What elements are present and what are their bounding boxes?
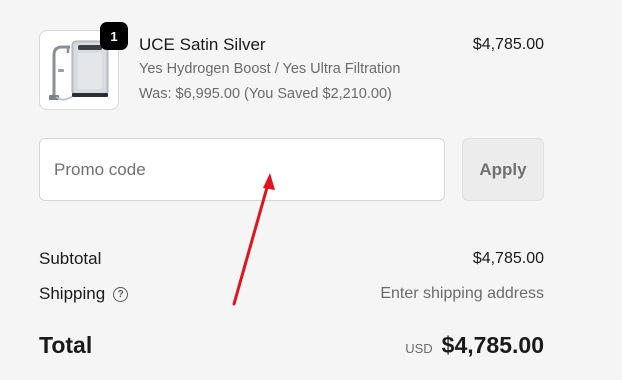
total-value: USD $4,785.00	[405, 332, 544, 359]
product-variant: Yes Hydrogen Boost / Yes Ultra Filtratio…	[139, 61, 401, 77]
help-icon[interactable]: ?	[113, 286, 129, 302]
quantity-badge: 1	[100, 22, 128, 50]
shipping-value: Enter shipping address	[380, 285, 544, 302]
currency-code: USD	[405, 341, 433, 356]
shipping-label: Shipping	[39, 284, 106, 303]
total-label: Total	[39, 332, 93, 358]
subtotal-label: Subtotal	[39, 249, 102, 268]
product-savings-note: Was: $6,995.00 (You Saved $2,210.00)	[139, 86, 392, 102]
product-price: $4,785.00	[472, 36, 544, 53]
promo-code-input[interactable]	[39, 138, 445, 201]
total-amount: $4,785.00	[441, 332, 544, 358]
shipping-row-label: Shipping ?	[39, 284, 129, 304]
product-name: UCE Satin Silver	[139, 35, 266, 54]
apply-promo-button[interactable]: Apply	[462, 138, 544, 201]
subtotal-value: $4,785.00	[472, 250, 544, 267]
